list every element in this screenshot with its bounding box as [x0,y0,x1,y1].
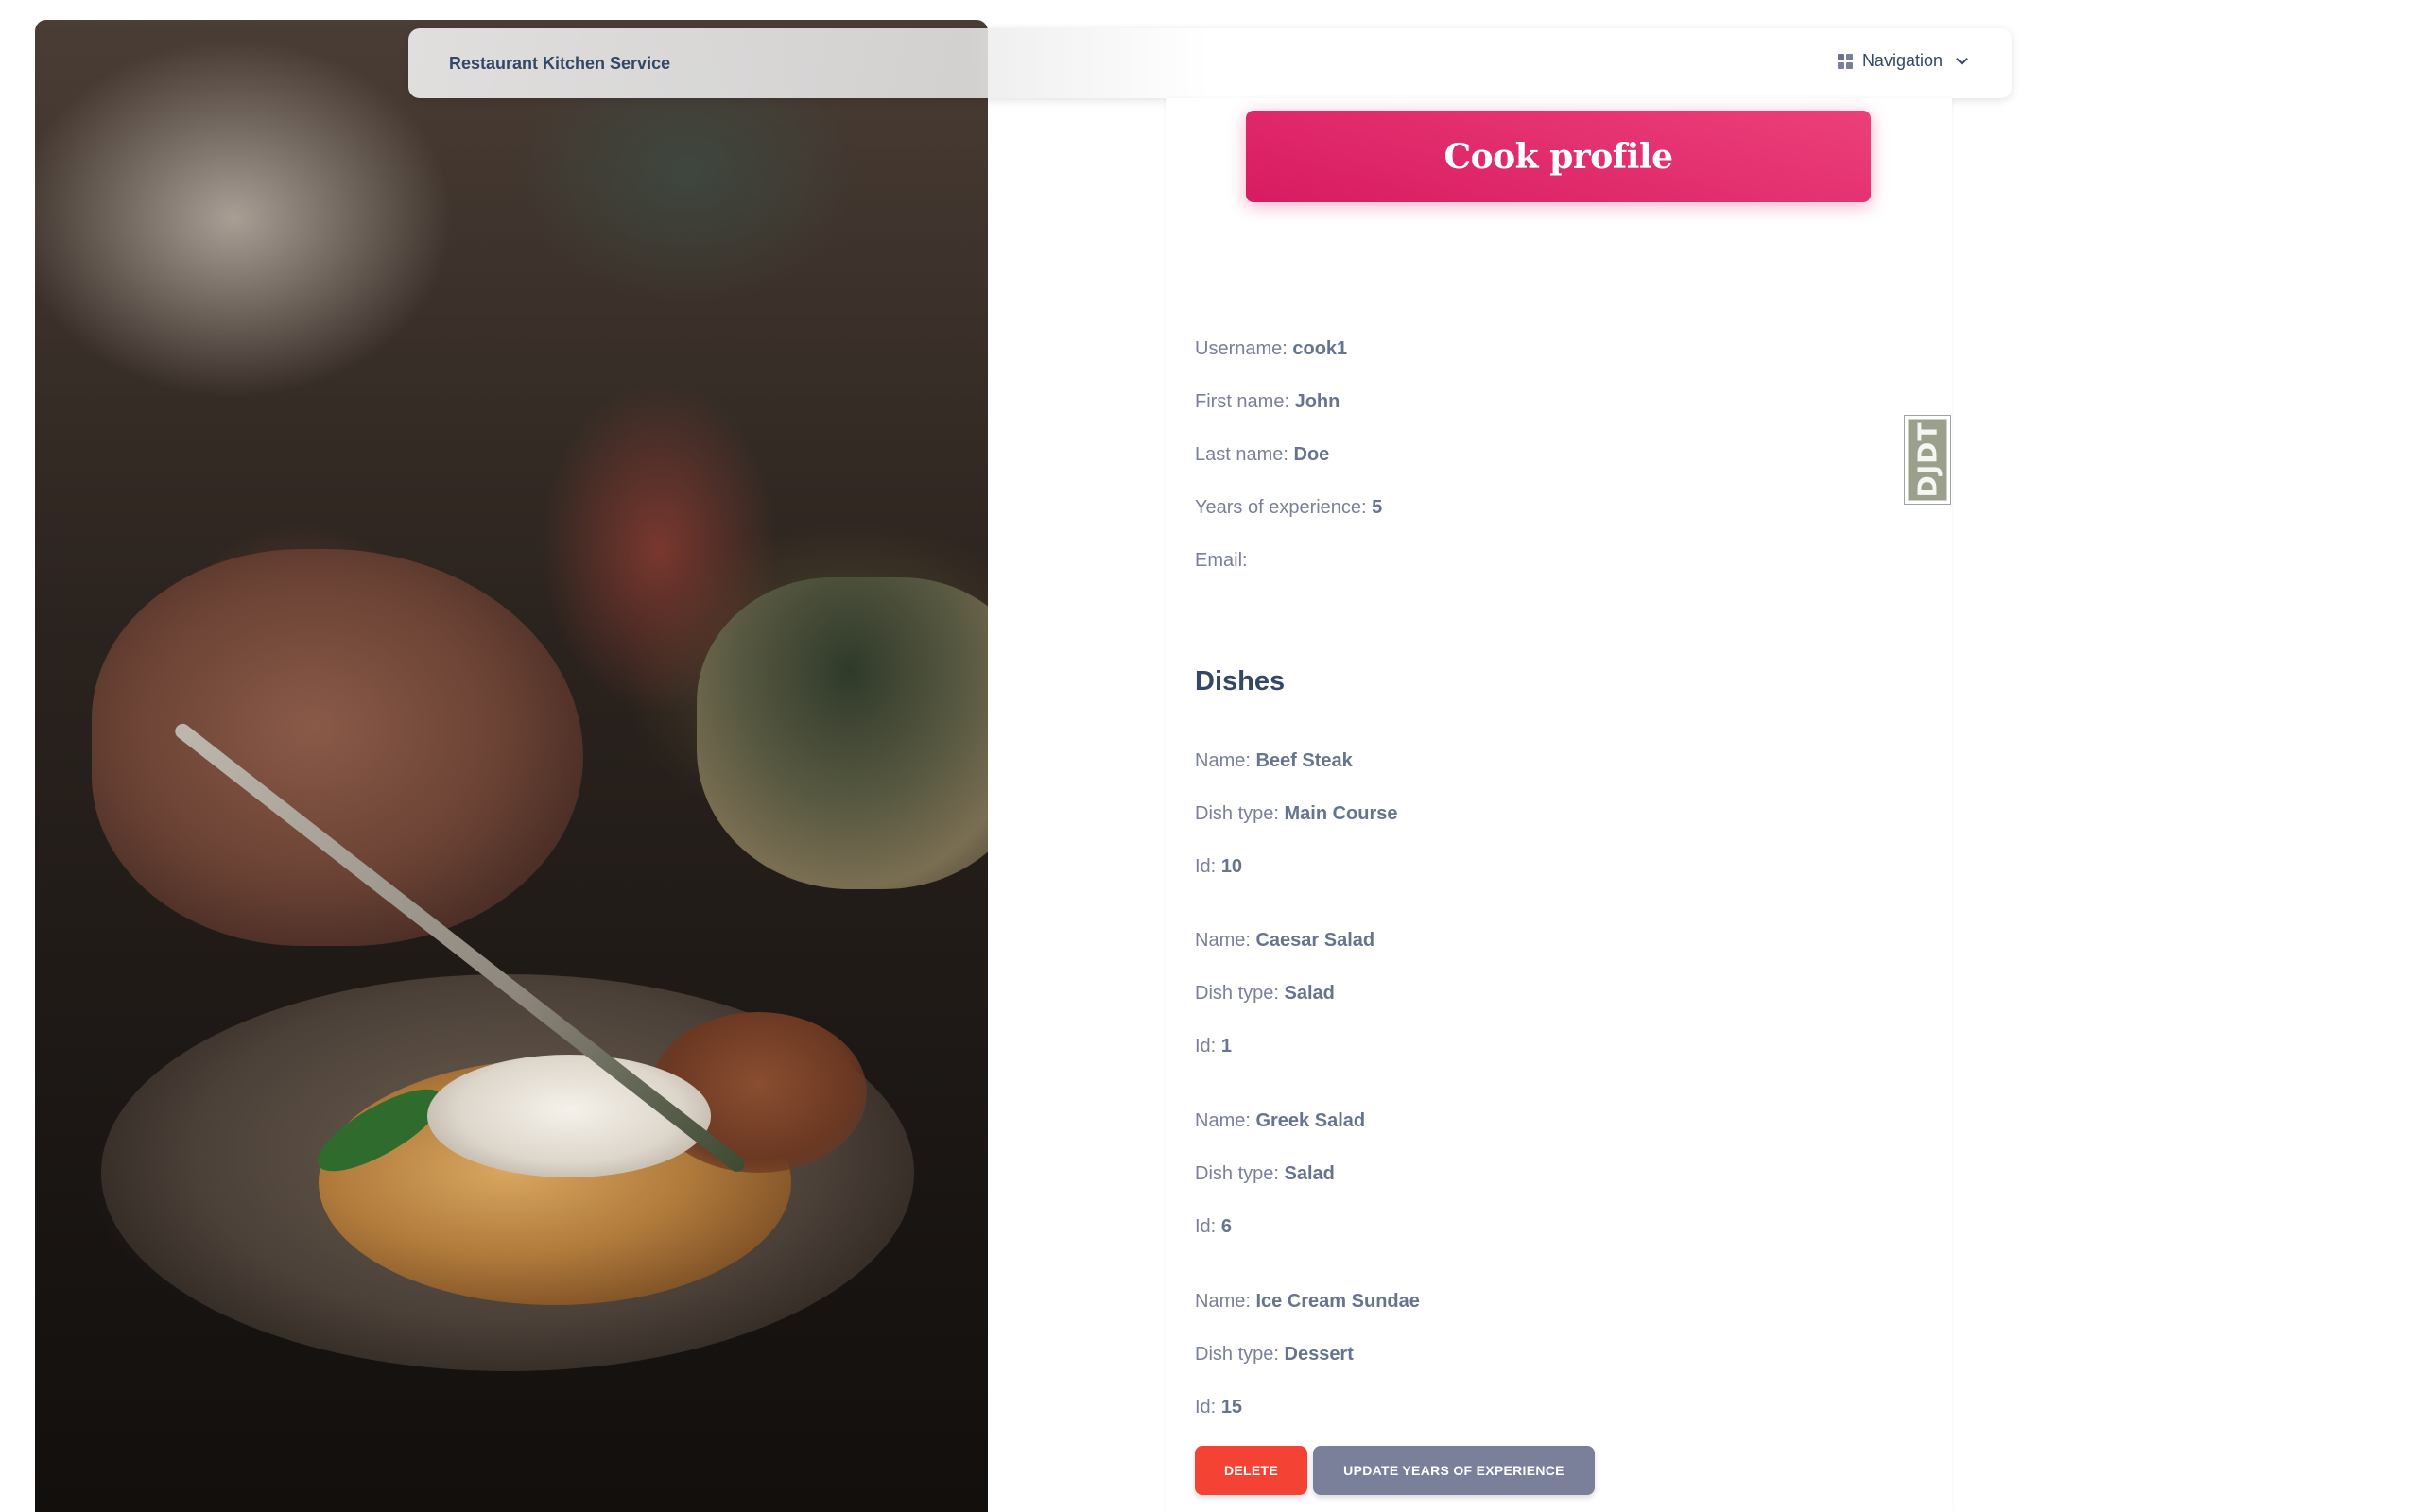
dish-id-row: Id: 15 [1195,1397,1242,1418]
navigation-label: Navigation [1861,51,1943,70]
dish-name-row: Name: Caesar Salad [1195,930,1374,952]
dish-type-label: Dish type: [1195,983,1279,1004]
dish-name-value: Greek Salad [1255,1110,1366,1131]
username-value: cook1 [1292,338,1348,359]
last-name-value: Doe [1293,444,1330,465]
update-experience-button[interactable]: UPDATE YEARS OF EXPERIENCE [1313,1446,1595,1495]
dish-id-value: 15 [1220,1397,1243,1418]
experience-row: Years of experience: 5 [1195,497,1382,519]
photo-hand [92,549,583,946]
dish-name-value: Ice Cream Sundae [1255,1291,1420,1312]
dish-name-label: Name: [1195,1291,1251,1312]
username-row: Username: cook1 [1195,338,1347,360]
dish-type-label: Dish type: [1195,803,1279,824]
debug-toolbar-handle[interactable]: DJDT [1904,415,1951,505]
dish-id-value: 10 [1220,856,1243,877]
dish-name-value: Caesar Salad [1255,930,1375,951]
grid-icon [1837,53,1853,69]
dish-type-row: Dish type: Dessert [1195,1344,1354,1366]
dish-type-value: Dessert [1284,1344,1354,1365]
first-name-value: John [1294,391,1340,412]
top-navbar: Restaurant Kitchen Service Navigation [408,28,2012,98]
dish-type-value: Salad [1284,983,1335,1004]
username-label: Username: [1195,338,1288,359]
dish-id-row: Id: 1 [1195,1036,1232,1057]
dish-id-row: Id: 10 [1195,856,1242,878]
dish-id-value: 1 [1220,1036,1232,1057]
dish-name-value: Beef Steak [1255,750,1353,771]
dish-id-label: Id: [1195,1036,1217,1057]
dish-name-row: Name: Ice Cream Sundae [1195,1291,1420,1313]
dish-type-row: Dish type: Main Course [1195,803,1398,825]
dish-type-value: Main Course [1284,803,1398,824]
debug-toolbar-label: DJDT [1911,421,1944,498]
dish-type-row: Dish type: Salad [1195,1163,1335,1185]
last-name-label: Last name: [1195,444,1288,465]
delete-button[interactable]: DELETE [1195,1446,1307,1495]
brand-link[interactable]: Restaurant Kitchen Service [449,54,670,74]
dish-name-row: Name: Greek Salad [1195,1110,1365,1132]
email-row: Email: [1195,550,1248,572]
dish-id-label: Id: [1195,1216,1217,1237]
debug-toolbar-badge: DJDT [1908,419,1947,501]
last-name-row: Last name: Doe [1195,444,1329,466]
experience-value: 5 [1372,497,1383,518]
experience-label: Years of experience: [1195,497,1367,518]
dish-type-row: Dish type: Salad [1195,983,1335,1005]
dish-id-label: Id: [1195,1397,1217,1418]
dish-name-label: Name: [1195,1110,1251,1131]
first-name-row: First name: John [1195,391,1340,413]
navigation-dropdown-toggle[interactable]: Navigation [1837,51,1968,71]
dish-type-label: Dish type: [1195,1344,1279,1365]
dish-type-label: Dish type: [1195,1163,1279,1184]
dish-id-label: Id: [1195,856,1217,877]
email-label: Email: [1195,550,1248,571]
hero-food-image [35,20,988,1512]
dishes-heading: Dishes [1195,666,1286,696]
first-name-label: First name: [1195,391,1290,412]
dish-name-label: Name: [1195,930,1251,951]
photo-pot [697,577,988,889]
page-header-banner: Cook profile [1246,111,1871,202]
dish-id-value: 6 [1220,1216,1232,1237]
page-title: Cook profile [1443,136,1673,177]
dish-name-row: Name: Beef Steak [1195,750,1353,772]
dish-id-row: Id: 6 [1195,1216,1232,1238]
dish-name-label: Name: [1195,750,1251,771]
chevron-down-icon [1956,52,1968,65]
dish-type-value: Salad [1284,1163,1335,1184]
